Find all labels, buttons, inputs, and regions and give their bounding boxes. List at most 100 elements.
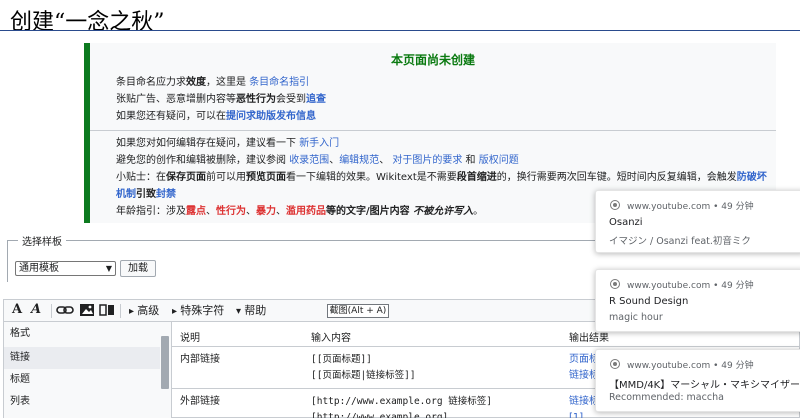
notice-bold: 保存页面 — [166, 172, 206, 183]
scope-link[interactable]: 收录范围 — [289, 155, 329, 166]
help-sidebar-item[interactable]: 标题 — [4, 369, 160, 391]
load-template-button[interactable]: 加载 — [120, 260, 156, 277]
table-cell: [[页面标题|链接标签]] — [311, 370, 416, 381]
table-cell: [http://www.example.org 链接标签] — [311, 396, 492, 407]
notification-card[interactable]: www.youtube.com • 49 分钟 R Sound Design m… — [595, 269, 800, 332]
notice-text: 条目命名应力求 — [116, 77, 186, 88]
notice-list-basic: 条目命名应力求效度，这里是 条目命名指引 张贴广告、恶意增删内容等恶性行为会受到… — [90, 74, 776, 125]
ban-link[interactable]: 封禁 — [156, 189, 176, 200]
notification-source: www.youtube.com — [627, 361, 711, 371]
notice-bold-italic: 不被允许写入 — [413, 206, 474, 217]
copyright-link[interactable]: 版权问题 — [479, 155, 519, 166]
reference-icon[interactable] — [99, 303, 115, 321]
table-cell: [http://www.example.org] — [311, 412, 449, 418]
list-item: 张贴广告、恶意增删内容等恶性行为会受到追查 — [116, 91, 768, 108]
notice-divider — [90, 130, 776, 131]
notification-card[interactable]: www.youtube.com • 49 分钟 【MMD/4K】マーシャル・マキ… — [595, 349, 800, 412]
help-label: 帮助 — [244, 304, 267, 317]
warning-text: 暴力 — [256, 206, 276, 217]
table-divider — [172, 346, 800, 347]
toolbar-divider — [51, 304, 52, 318]
advanced-label: 高级 — [137, 304, 160, 317]
notice-bold: 引致 — [136, 189, 156, 200]
notification-time: 49 分钟 — [721, 281, 754, 291]
notice-text: 如果您对如何编辑存在疑问，建议看一下 — [116, 138, 300, 149]
notice-text: 如果您还有疑问，可以在 — [116, 111, 226, 122]
notification-subtitle: Recommended: maccha — [609, 392, 724, 403]
page-title: 创建“一念之秋” — [10, 10, 165, 35]
help-tab[interactable]: ▾ 帮助 — [236, 303, 266, 319]
notice-text: 、 — [379, 155, 393, 166]
link-icon[interactable] — [56, 303, 74, 321]
help-forum-link[interactable]: 提问求助版发布信息 — [226, 111, 316, 122]
notification-subtitle: magic hour — [609, 312, 663, 323]
help-sidebar-item[interactable]: 列表 — [4, 391, 160, 413]
naming-guide-link[interactable]: 条目命名指引 — [249, 77, 309, 88]
notification-source: www.youtube.com — [627, 202, 711, 212]
globe-icon — [610, 359, 620, 369]
beginner-guide-link[interactable]: 新手入门 — [299, 138, 339, 149]
notice-text: 小贴士：在 — [116, 172, 166, 183]
column-header: 输入内容 — [311, 333, 351, 344]
help-sidebar-item[interactable]: 格式 — [4, 323, 160, 345]
notice-text: 、 — [276, 206, 286, 217]
toolbar-divider — [120, 304, 121, 318]
table-cell: 外部链接 — [180, 396, 220, 407]
notice-bold: 恶性行为 — [236, 94, 276, 105]
table-cell-link[interactable]: [1] — [569, 410, 583, 418]
globe-icon — [610, 200, 620, 210]
notification-source: www.youtube.com — [627, 281, 711, 291]
notice-text: 、 — [206, 206, 216, 217]
notification-title: R Sound Design — [609, 296, 689, 307]
list-item: 条目命名应力求效度，这里是 条目命名指引 — [116, 74, 768, 91]
sidebar-scrollbar[interactable] — [161, 336, 169, 389]
template-fieldset: 选择样板 通用模板 ▼ 加载 — [7, 233, 619, 282]
notification-meta: www.youtube.com • 49 分钟 — [627, 281, 754, 291]
notice-text: 和 — [462, 155, 479, 166]
notification-time: 49 分钟 — [721, 202, 754, 212]
notice-bold: 效度 — [186, 77, 206, 88]
notification-card[interactable]: www.youtube.com • 49 分钟 Osanzi イマジン / Os… — [595, 190, 800, 253]
image-requirements-link[interactable]: 对于图片的要求 — [392, 155, 462, 166]
triangle-right-icon: ▸ — [172, 306, 181, 317]
warning-text: 滥用药品 — [286, 206, 326, 217]
list-item: 如果您对如何编辑存在疑问，建议看一下 新手入门 — [116, 135, 768, 152]
notice-text: 看一下编辑的效果。Wikitext是不需要 — [286, 172, 457, 183]
notification-meta: www.youtube.com • 49 分钟 — [627, 361, 754, 371]
notice-bold: 等的文字/图片内容 — [326, 206, 414, 217]
notification-time: 49 分钟 — [721, 361, 754, 371]
chevron-down-icon: ▼ — [105, 264, 112, 273]
template-select[interactable]: 通用模板 ▼ — [15, 261, 116, 276]
notification-title: Osanzi — [609, 217, 643, 228]
notice-text: 。 — [473, 206, 484, 217]
template-selected-value: 通用模板 — [19, 263, 59, 274]
notice-text: 避免您的创作和编辑被删除，建议参阅 — [116, 155, 290, 166]
warning-text: 性行为 — [216, 206, 246, 217]
notice-text: 、 — [246, 206, 256, 217]
italic-button[interactable]: A — [31, 302, 41, 317]
image-icon[interactable] — [79, 303, 95, 321]
notice-bold: 段首缩进 — [456, 172, 497, 183]
advanced-tab[interactable]: ▸ 高级 — [129, 303, 159, 319]
title-divider — [0, 30, 800, 31]
notification-meta: www.youtube.com • 49 分钟 — [627, 202, 754, 212]
help-sidebar-item[interactable]: 链接 — [4, 347, 160, 369]
bold-button[interactable]: A — [12, 302, 22, 317]
globe-icon — [610, 279, 620, 289]
help-sidebar: 格式 链接 标题 列表 — [4, 322, 172, 418]
notification-subtitle: イマジン / Osanzi feat.初音ミク — [609, 236, 751, 247]
special-chars-tab[interactable]: ▸ 特殊字符 — [172, 303, 224, 319]
list-item: 避免您的创作和编辑被删除，建议参阅 收录范围、编辑规范、 对于图片的要求 和 版… — [116, 152, 768, 169]
reference-icon-graphic — [99, 304, 114, 316]
notification-title: 【MMD/4K】マーシャル・マキシマイザー... — [609, 380, 800, 391]
special-chars-label: 特殊字符 — [180, 304, 225, 317]
notice-text: 张贴广告、恶意增删内容等 — [116, 94, 236, 105]
link-icon-graphic — [56, 306, 74, 314]
edit-rules-link[interactable]: 编辑规范 — [339, 155, 379, 166]
notice-text: 会受到 — [276, 94, 306, 105]
screenshot-tooltip: 截图(Alt + A) — [327, 304, 389, 318]
notice-text: ，这里是 — [206, 77, 250, 88]
notice-text: 的，换行需要两次回车键。短时间内反复编辑，会触发 — [496, 172, 737, 183]
trace-link[interactable]: 追查 — [306, 94, 326, 105]
notice-text: 年龄指引：涉及 — [116, 206, 186, 217]
